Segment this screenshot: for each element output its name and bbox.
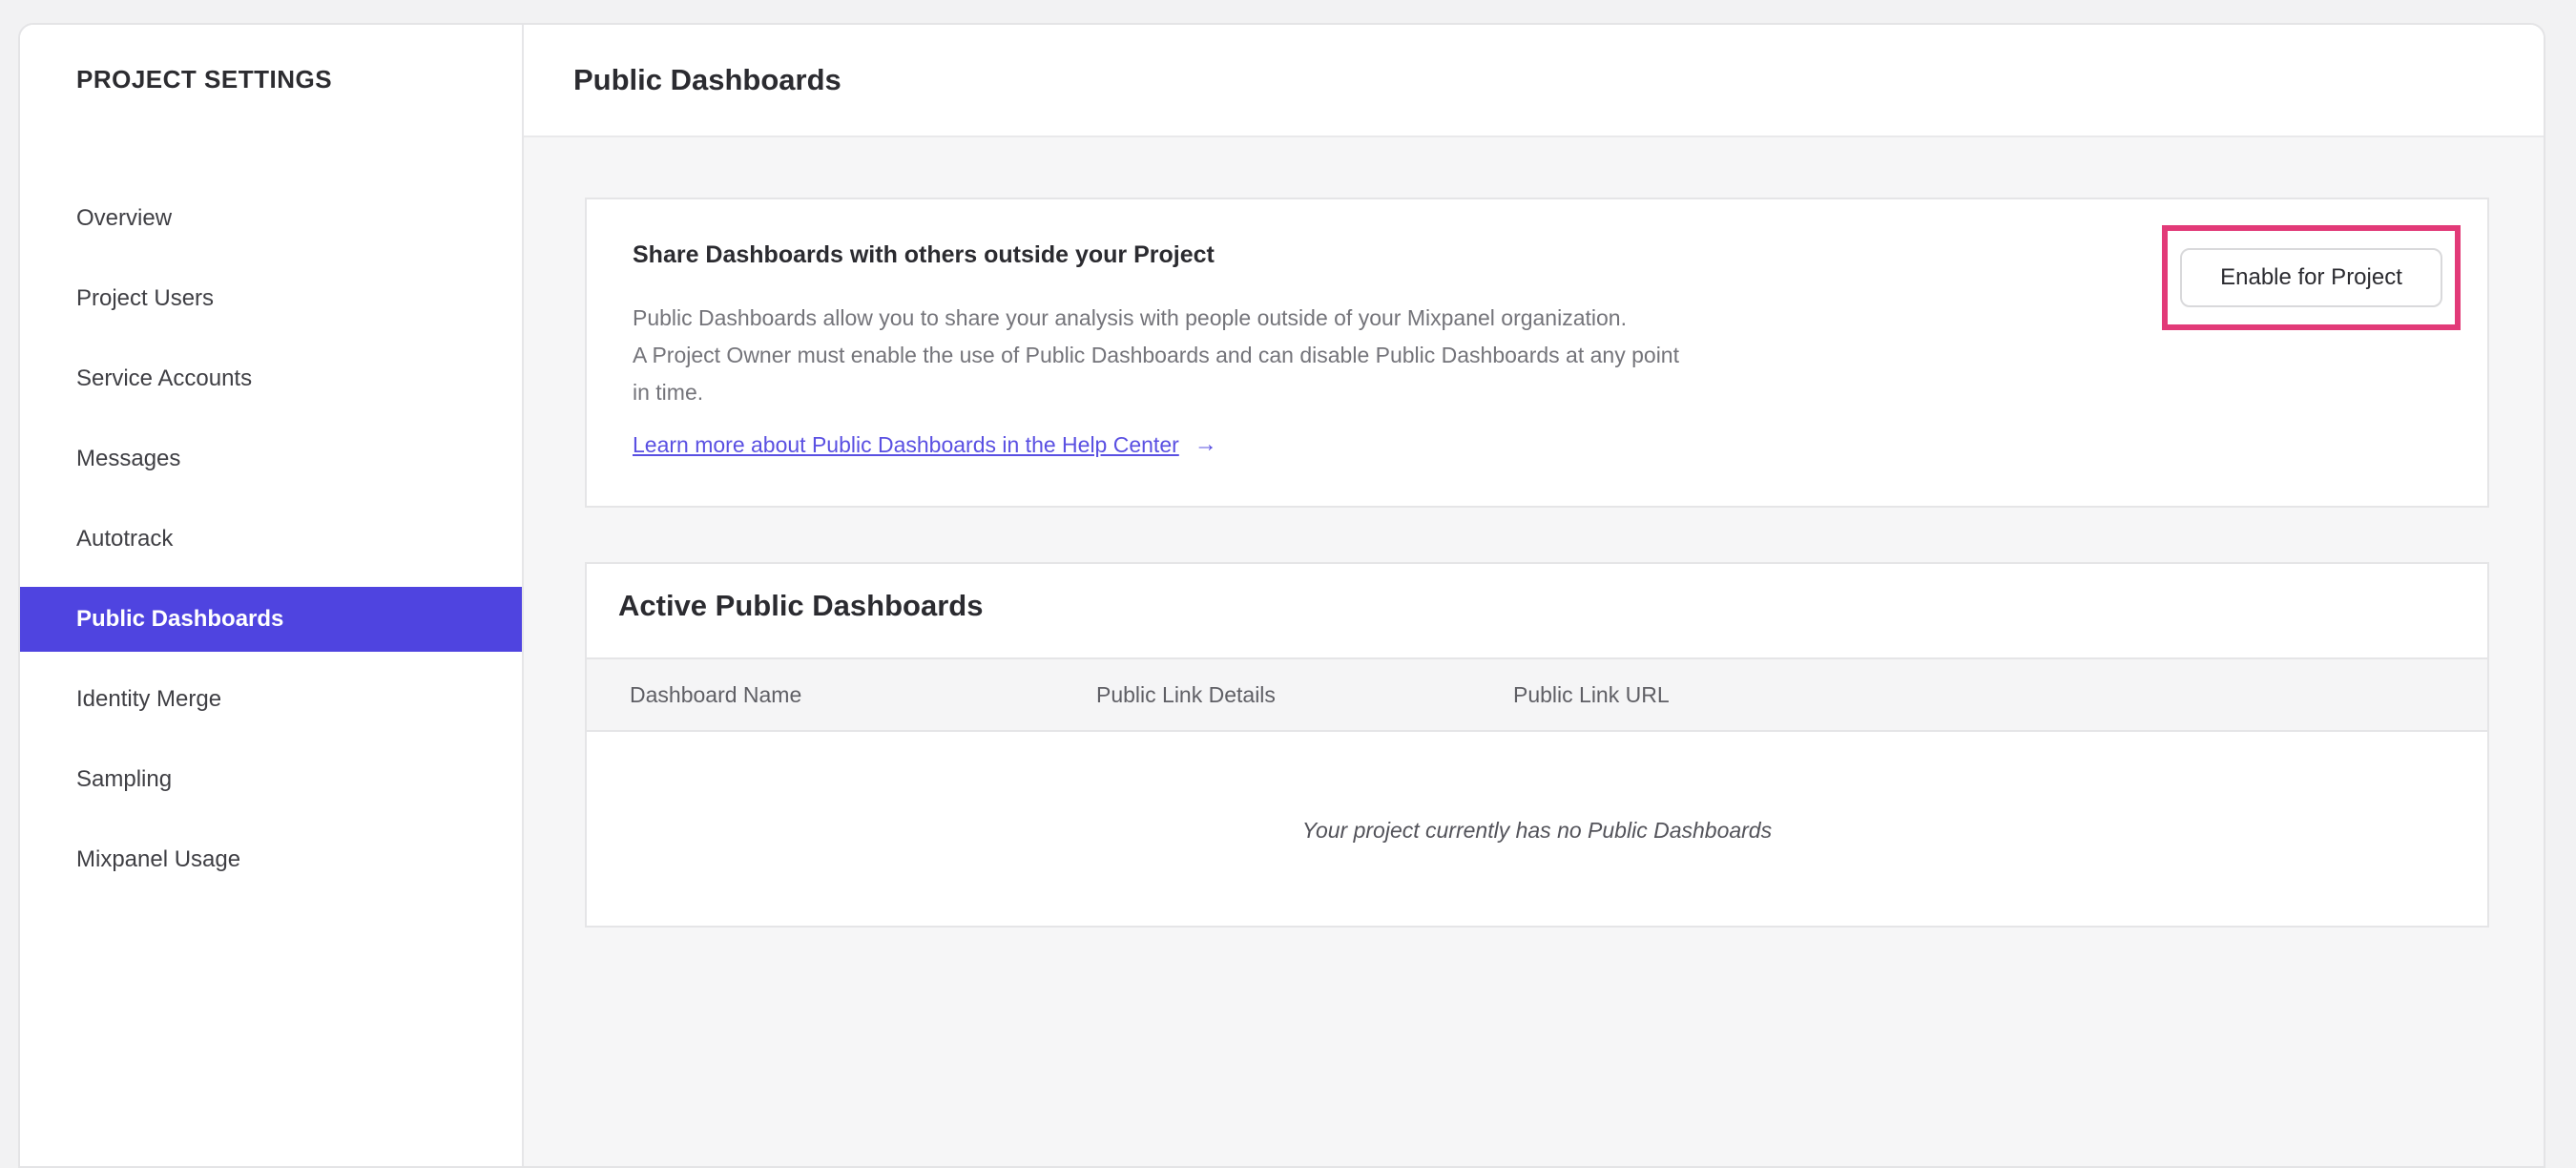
sidebar-item-public-dashboards[interactable]: Public Dashboards: [20, 587, 522, 652]
project-settings-sidebar: PROJECT SETTINGS Overview Project Users Se…: [20, 25, 524, 1166]
sidebar-item-overview[interactable]: Overview: [20, 186, 522, 251]
table-header-row: Dashboard Name Public Link Details Publi…: [587, 657, 2487, 732]
column-header-public-link-details: Public Link Details: [1096, 681, 1276, 707]
sidebar-item-mixpanel-usage[interactable]: Mixpanel Usage: [20, 827, 522, 892]
share-dashboards-card: Share Dashboards with others outside you…: [585, 198, 2489, 508]
annotation-highlight-box: Enable for Project: [2162, 225, 2461, 330]
sidebar-title: PROJECT SETTINGS: [76, 65, 333, 94]
active-dashboards-card: Active Public Dashboards Dashboard Name …: [585, 562, 2489, 928]
sidebar-item-messages[interactable]: Messages: [20, 427, 522, 491]
sidebar-item-identity-merge[interactable]: Identity Merge: [20, 667, 522, 732]
page-body: Share Dashboards with others outside you…: [524, 137, 2544, 1166]
arrow-right-icon: →: [1194, 431, 1217, 457]
sidebar-item-sampling[interactable]: Sampling: [20, 747, 522, 812]
sidebar-item-autotrack[interactable]: Autotrack: [20, 507, 522, 572]
sidebar-nav: Overview Project Users Service Accounts Mes…: [20, 186, 522, 907]
main-panel: Public Dashboards Share Dashboards with …: [524, 25, 2544, 1166]
help-center-link-row: Learn more about Public Dashboards in th…: [633, 431, 1217, 458]
active-dashboards-heading: Active Public Dashboards: [618, 589, 984, 622]
share-card-description: Public Dashboards allow you to share you…: [633, 300, 1679, 411]
help-center-link[interactable]: Learn more about Public Dashboards in th…: [633, 432, 1179, 458]
page-title: Public Dashboards: [573, 63, 841, 96]
sidebar-item-project-users[interactable]: Project Users: [20, 266, 522, 331]
sidebar-item-service-accounts[interactable]: Service Accounts: [20, 346, 522, 411]
share-card-heading: Share Dashboards with others outside you…: [633, 241, 1215, 268]
description-line: Public Dashboards allow you to share you…: [633, 305, 1627, 330]
settings-window: PROJECT SETTINGS Overview Project Users Se…: [18, 23, 2545, 1168]
column-header-public-link-url: Public Link URL: [1513, 681, 1670, 707]
empty-state-message: Your project currently has no Public Das…: [1301, 818, 1773, 843]
description-line: in time.: [633, 380, 704, 405]
enable-for-project-button[interactable]: Enable for Project: [2180, 248, 2442, 307]
page-header: Public Dashboards: [524, 25, 2544, 137]
column-header-dashboard-name: Dashboard Name: [630, 681, 802, 707]
description-line: A Project Owner must enable the use of P…: [633, 343, 1679, 367]
